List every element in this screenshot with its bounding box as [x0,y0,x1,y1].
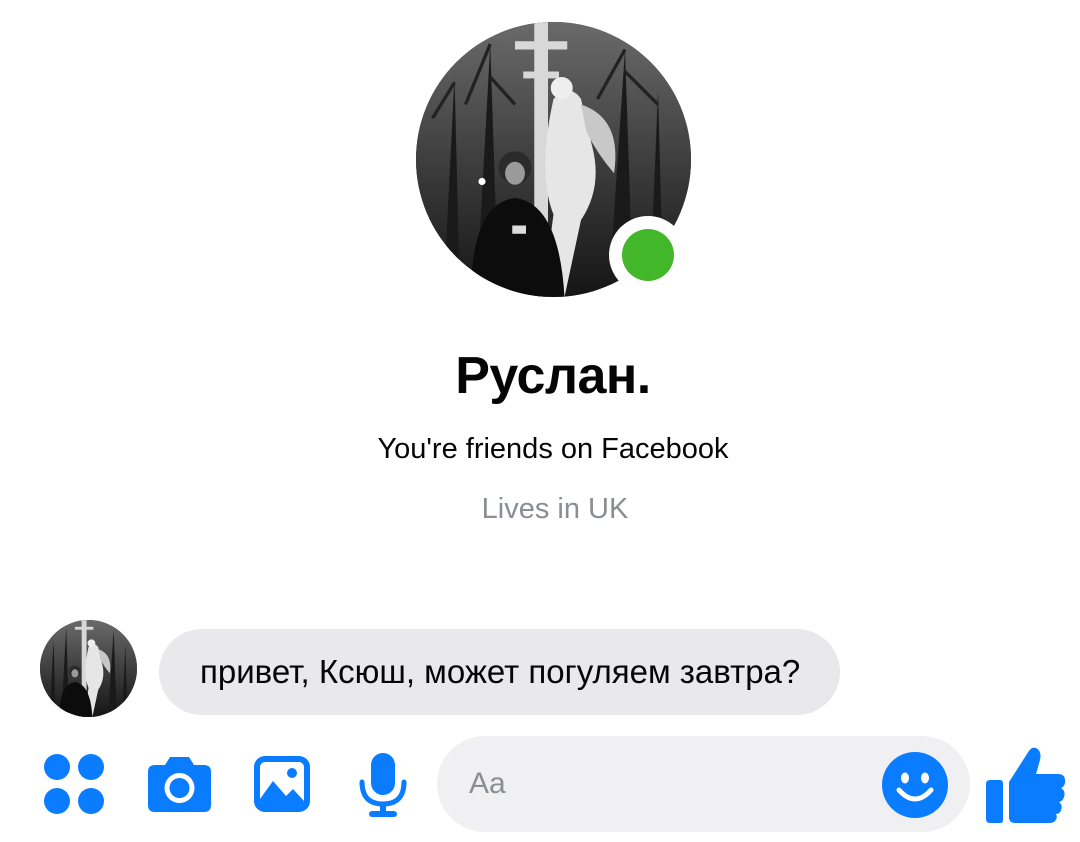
emoji-icon[interactable] [881,751,949,819]
message-input-placeholder: Aa [469,767,506,800]
camera-icon[interactable] [147,755,212,813]
thumbs-up-icon[interactable] [985,744,1067,824]
online-status-indicator [609,216,687,294]
location-text: Lives in UK [481,493,629,525]
gallery-icon[interactable] [253,755,311,813]
message-bubble[interactable]: привет, Ксюш, может погуляем завтра? [159,629,841,715]
online-dot [622,229,674,281]
sender-avatar[interactable] [40,620,137,717]
friend-status: You're friends on Facebook [377,433,729,465]
contact-name[interactable]: Руслан. [0,346,1080,406]
microphone-icon[interactable] [357,752,409,818]
apps-icon[interactable] [43,753,107,817]
